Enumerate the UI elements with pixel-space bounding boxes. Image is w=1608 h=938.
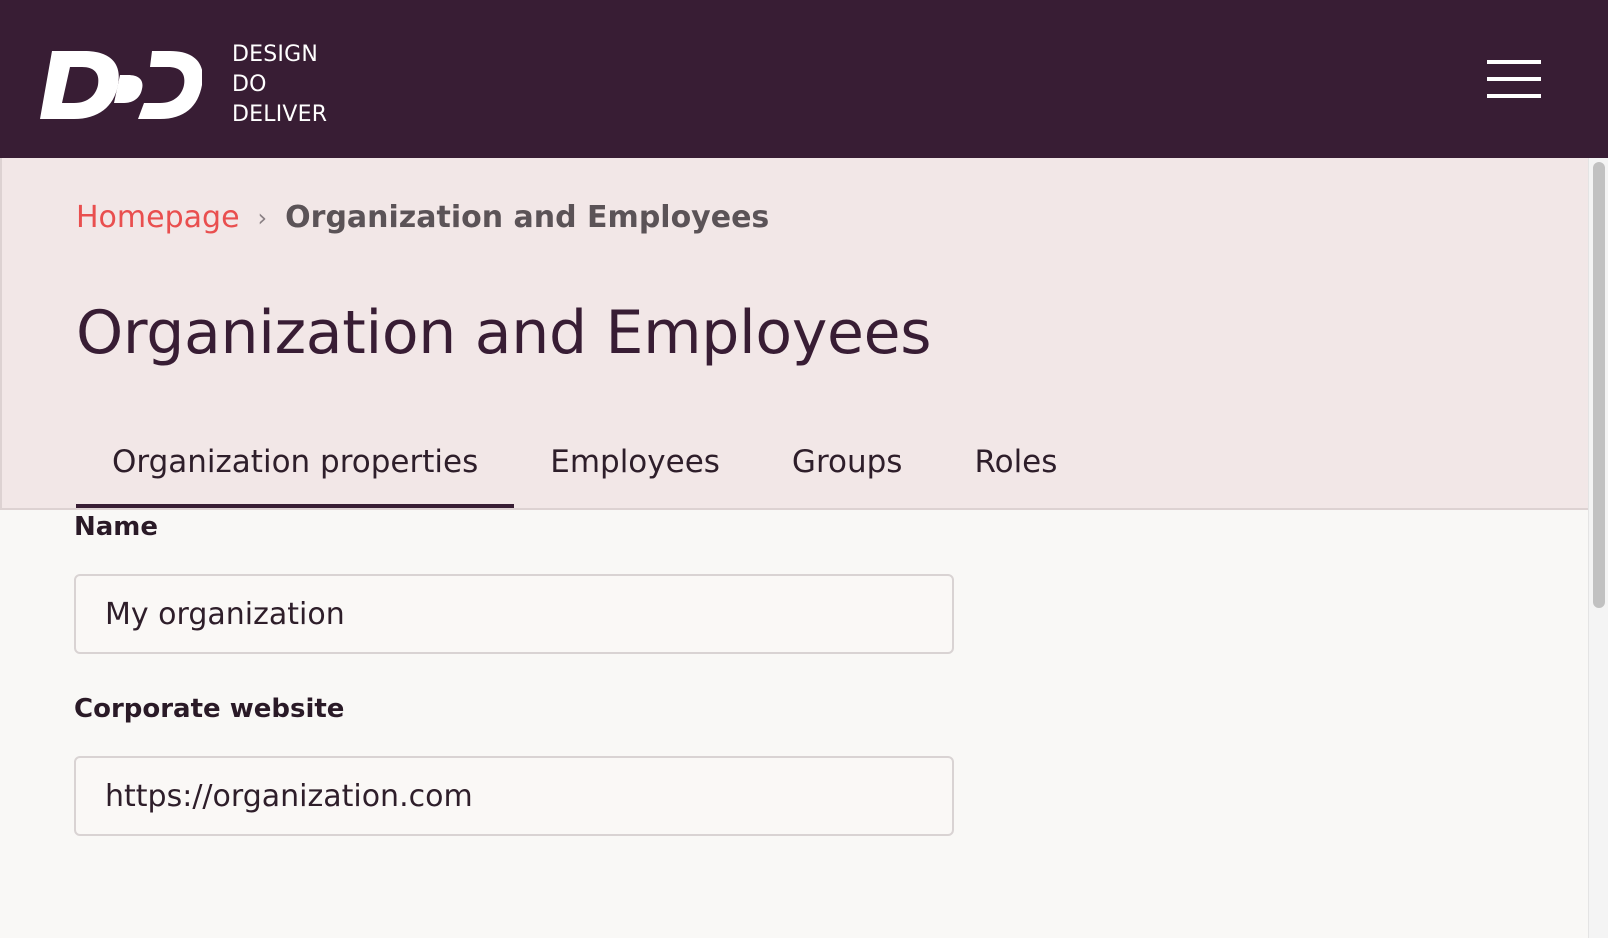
logo-line-deliver: DELIVER — [232, 102, 328, 127]
logo-line-do: DO — [232, 72, 267, 97]
breadcrumb-homepage-link[interactable]: Homepage — [76, 198, 240, 238]
page-header: Homepage › Organization and Employees Or… — [0, 158, 1588, 510]
menu-bar-middle — [1487, 77, 1541, 81]
top-navigation-bar: DESIGN DO DELIVER — [0, 0, 1608, 158]
tab-roles[interactable]: Roles — [938, 418, 1093, 508]
tab-bar: Organization properties Employees Groups… — [76, 418, 1093, 508]
ddd-logo-icon — [40, 47, 202, 123]
page-title: Organization and Employees — [76, 298, 932, 368]
logo-line-design: DESIGN — [232, 42, 318, 67]
name-label: Name — [74, 512, 159, 542]
tab-organization-properties[interactable]: Organization properties — [76, 418, 515, 508]
tab-groups[interactable]: Groups — [756, 418, 939, 508]
corporate-website-field[interactable] — [74, 756, 954, 836]
breadcrumb: Homepage › Organization and Employees — [76, 198, 769, 238]
breadcrumb-current: Organization and Employees — [285, 200, 770, 235]
chevron-right-icon: › — [257, 204, 268, 232]
logo[interactable]: DESIGN DO DELIVER — [40, 40, 327, 130]
tab-employees[interactable]: Employees — [514, 418, 756, 508]
corporate-website-label: Corporate website — [74, 694, 345, 724]
hamburger-menu-icon[interactable] — [1485, 58, 1541, 100]
menu-bar-top — [1487, 60, 1541, 64]
scrollbar-thumb[interactable] — [1593, 162, 1605, 608]
menu-bar-bottom — [1487, 94, 1541, 98]
name-field[interactable] — [74, 574, 954, 654]
vertical-scrollbar[interactable] — [1588, 158, 1608, 938]
logo-wordmark: DESIGN DO DELIVER — [232, 40, 327, 130]
